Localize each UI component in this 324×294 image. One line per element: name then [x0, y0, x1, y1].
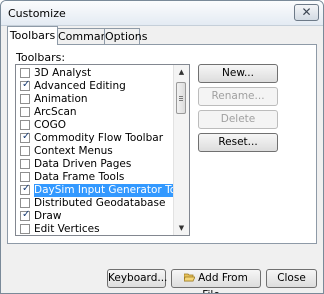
list-item-label: Edit Vertices	[34, 223, 100, 235]
scroll-up-icon[interactable]: ▲	[174, 65, 189, 79]
checkbox[interactable]	[20, 172, 30, 182]
delete-button[interactable]: Delete	[198, 110, 278, 129]
list-item[interactable]: Edit Vertices	[18, 223, 178, 235]
checkmark-icon: ✓	[22, 209, 31, 220]
checkmark-icon: ✓	[22, 183, 31, 194]
list-item[interactable]: Distributed Geodatabase	[18, 197, 178, 210]
list-item[interactable]: Animation	[18, 93, 178, 106]
tab-commands[interactable]: Commands	[57, 28, 120, 44]
list-item[interactable]: Context Menus	[18, 145, 178, 158]
list-item[interactable]: COGO	[18, 119, 178, 132]
folder-open-icon	[183, 271, 196, 282]
checkbox[interactable]	[20, 68, 30, 78]
window-close-button[interactable]: ✕	[294, 4, 319, 21]
list-scrollbar[interactable]: ▲ ▼	[173, 65, 189, 235]
rename-button[interactable]: Rename...	[198, 87, 278, 106]
list-item-label: Draw	[34, 210, 62, 222]
checkbox[interactable]	[20, 107, 30, 117]
window-title: Customize	[8, 7, 66, 20]
title-bar: Customize ✕	[1, 1, 323, 26]
new-button[interactable]: New...	[198, 64, 278, 83]
checkmark-icon: ✓	[22, 79, 31, 90]
checkbox[interactable]	[20, 198, 30, 208]
close-button[interactable]: Close	[266, 269, 317, 288]
close-icon: ✕	[301, 5, 312, 19]
list-item-label: ArcScan	[34, 106, 77, 118]
tab-options[interactable]: Options	[104, 28, 147, 44]
checkbox[interactable]: ✓	[20, 131, 31, 143]
list-item[interactable]: ✓ Commodity Flow Toolbar	[18, 131, 178, 145]
tab-toolbars[interactable]: Toolbars	[7, 26, 58, 45]
checkbox[interactable]	[20, 94, 30, 104]
keyboard-button[interactable]: Keyboard...	[107, 269, 167, 288]
list-item-label: Data Frame Tools	[34, 171, 125, 183]
reset-button[interactable]: Reset...	[198, 133, 278, 152]
list-item-label: Distributed Geodatabase	[34, 197, 166, 209]
scroll-thumb[interactable]	[176, 82, 186, 114]
add-from-file-label: Add From File...	[198, 272, 248, 293]
list-item-label: Commodity Flow Toolbar	[34, 132, 164, 144]
toolbars-panel: Toolbars: 3D Analyst ✓ Advanced Editing Ani…	[7, 44, 317, 244]
checkmark-icon: ✓	[22, 131, 31, 142]
checkbox[interactable]	[20, 120, 30, 130]
list-item[interactable]: Data Driven Pages	[18, 158, 178, 171]
toolbars-label: Toolbars:	[16, 51, 66, 64]
checkbox[interactable]	[20, 146, 30, 156]
list-item-label: Animation	[34, 93, 88, 105]
checkbox[interactable]: ✓	[20, 209, 31, 221]
list-item[interactable]: Data Frame Tools	[18, 171, 178, 184]
list-item-label: Context Menus	[34, 145, 113, 157]
checkbox[interactable]	[20, 159, 30, 169]
list-item-label: Advanced Editing	[34, 80, 126, 92]
add-from-file-button[interactable]: Add From File...	[171, 269, 261, 293]
list-item-label: Data Driven Pages	[34, 158, 132, 170]
list-item[interactable]: ✓ Advanced Editing	[18, 79, 178, 93]
scroll-down-icon[interactable]: ▼	[174, 221, 189, 235]
list-item[interactable]: ✓ Draw	[18, 209, 178, 223]
list-item[interactable]: ArcScan	[18, 106, 178, 119]
list-item[interactable]: 3D Analyst	[18, 67, 178, 80]
customize-dialog: Customize ✕ Toolbars Commands Options To…	[0, 0, 324, 294]
checkbox[interactable]: ✓	[20, 79, 31, 91]
list-item-label: COGO	[34, 119, 66, 131]
toolbars-list[interactable]: 3D Analyst ✓ Advanced Editing Animation ArcS…	[15, 64, 190, 236]
checkbox[interactable]	[20, 224, 30, 234]
list-item[interactable]: ✓ DaySim Input Generator Toolbar	[18, 183, 189, 197]
checkbox[interactable]: ✓	[20, 183, 31, 195]
list-item-label: 3D Analyst	[34, 67, 92, 79]
list-item-label: DaySim Input Generator Toolbar	[34, 184, 189, 197]
